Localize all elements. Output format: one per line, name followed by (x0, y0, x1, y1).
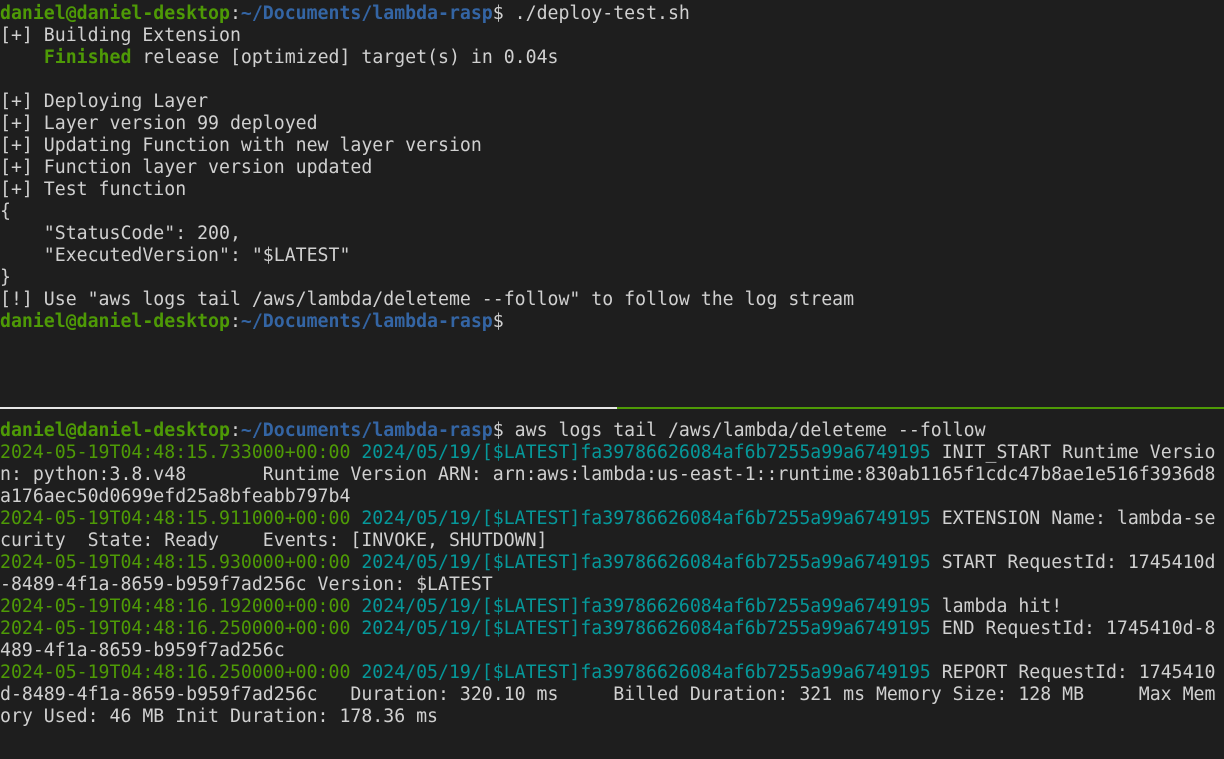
log-entry-line: 2024-05-19T04:48:15.733000+00:00 2024/05… (0, 442, 1224, 464)
output-line: [!] Use "aws logs tail /aws/lambda/delet… (0, 289, 855, 310)
log-stream-name: 2024/05/19/[$LATEST]fa39786626084af6b725… (361, 618, 931, 639)
command-text: aws logs tail /aws/lambda/deleteme --fol… (514, 420, 986, 441)
output-line: [+] Building Extension (0, 25, 241, 46)
json-output-line: "ExecutedVersion": "$LATEST" (0, 245, 351, 266)
log-message: lambda hit! (930, 596, 1063, 617)
output-line: [+] Layer version 99 deployed (0, 113, 318, 134)
log-continuation-line: d-8489-4f1a-8659-b959f7ad256c Duration: … (0, 684, 1216, 705)
log-stream-name: 2024/05/19/[$LATEST]fa39786626084af6b725… (361, 508, 931, 529)
log-entry-line: 2024-05-19T04:48:16.250000+00:00 2024/05… (0, 618, 1224, 640)
log-timestamp: 2024-05-19T04:48:16.192000+00:00 (0, 596, 351, 617)
log-message: INIT_START Runtime Versio (930, 442, 1216, 463)
log-timestamp: 2024-05-19T04:48:15.911000+00:00 (0, 508, 351, 529)
log-entry-line: 2024-05-19T04:48:15.911000+00:00 2024/05… (0, 508, 1224, 530)
json-output-line: } (0, 267, 11, 288)
prompt-line: daniel@daniel-desktop:~/Documents/lambda… (0, 311, 1224, 333)
prompt-path: ~/Documents/lambda-rasp (240, 3, 493, 24)
log-continuation-line: a176aec50d0699efd25a8bfeabb797b4 (0, 486, 351, 507)
output-line: [+] Deploying Layer (0, 91, 209, 112)
prompt-line: daniel@daniel-desktop:~/Documents/lambda… (0, 420, 1224, 442)
prompt-dollar: $ (492, 311, 504, 332)
log-entry-line: 2024-05-19T04:48:15.930000+00:00 2024/05… (0, 552, 1224, 574)
bottom-terminal-pane[interactable]: daniel@daniel-desktop:~/Documents/lambda… (0, 420, 1224, 759)
log-timestamp: 2024-05-19T04:48:16.250000+00:00 (0, 662, 351, 683)
log-entry-line: 2024-05-19T04:48:16.250000+00:00 2024/05… (0, 662, 1224, 684)
prompt-path: ~/Documents/lambda-rasp (240, 311, 493, 332)
output-line: [+] Updating Function with new layer ver… (0, 135, 482, 156)
log-stream-name: 2024/05/19/[$LATEST]fa39786626084af6b725… (361, 552, 931, 573)
log-timestamp: 2024-05-19T04:48:16.250000+00:00 (0, 618, 351, 639)
prompt-dollar: $ (492, 3, 515, 24)
prompt-user: daniel@daniel-desktop (0, 3, 230, 24)
prompt-user: daniel@daniel-desktop (0, 420, 230, 441)
log-entry-line: 2024-05-19T04:48:16.192000+00:00 2024/05… (0, 596, 1224, 618)
prompt-user: daniel@daniel-desktop (0, 311, 230, 332)
log-timestamp: 2024-05-19T04:48:15.930000+00:00 (0, 552, 351, 573)
log-continuation-line: 489-4f1a-8659-b959f7ad256c (0, 640, 285, 661)
prompt-line: daniel@daniel-desktop:~/Documents/lambda… (0, 3, 1224, 25)
log-message: EXTENSION Name: lambda-se (930, 508, 1216, 529)
top-terminal-pane[interactable]: daniel@daniel-desktop:~/Documents/lambda… (0, 3, 1224, 405)
prompt-path: ~/Documents/lambda-rasp (240, 420, 493, 441)
command-text: ./deploy-test.sh (514, 3, 690, 24)
log-message: START RequestId: 1745410d (930, 552, 1216, 573)
log-message: END RequestId: 1745410d-8 (930, 618, 1216, 639)
output-line: [+] Function layer version updated (0, 157, 373, 178)
prompt-dollar: $ (492, 420, 515, 441)
log-continuation-line: n: python:3.8.v48 Runtime Version ARN: a… (0, 464, 1216, 485)
log-continuation-line: curity State: Ready Events: [INVOKE, SHU… (0, 530, 548, 551)
log-continuation-line: -8489-4f1a-8659-b959f7ad256c Version: $L… (0, 574, 493, 595)
prompt-separator: : (229, 311, 241, 332)
pane-divider-active[interactable] (617, 407, 1224, 409)
log-timestamp: 2024-05-19T04:48:15.733000+00:00 (0, 442, 351, 463)
json-output-line: { (0, 201, 11, 222)
json-output-line: "StatusCode": 200, (0, 223, 241, 244)
log-stream-name: 2024/05/19/[$LATEST]fa39786626084af6b725… (361, 662, 931, 683)
pane-divider-inactive[interactable] (0, 407, 617, 409)
log-stream-name: 2024/05/19/[$LATEST]fa39786626084af6b725… (361, 442, 931, 463)
prompt-separator: : (229, 420, 241, 441)
log-stream-name: 2024/05/19/[$LATEST]fa39786626084af6b725… (361, 596, 931, 617)
output-line: [+] Test function (0, 179, 187, 200)
log-continuation-line: ory Used: 46 MB Init Duration: 178.36 ms (0, 706, 438, 727)
output-line: Finished release [optimized] target(s) i… (43, 47, 559, 68)
prompt-separator: : (229, 3, 241, 24)
finished-label: Finished (43, 47, 132, 68)
log-message: REPORT RequestId: 1745410 (930, 662, 1216, 683)
